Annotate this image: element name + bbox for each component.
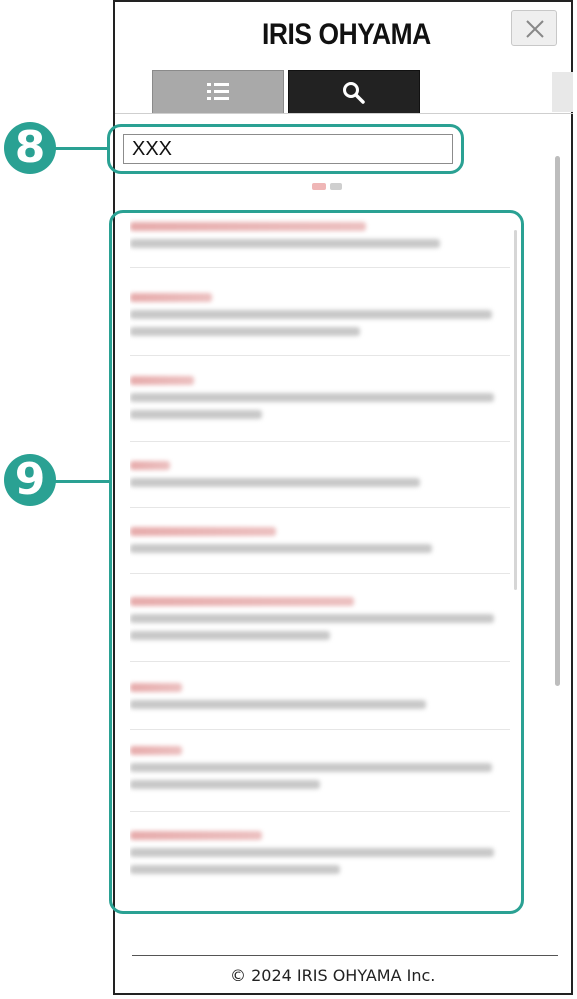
result-divider bbox=[130, 661, 510, 662]
callout-badge-9: 9 bbox=[4, 454, 56, 506]
result-title[interactable] bbox=[130, 293, 212, 302]
result-title[interactable] bbox=[130, 683, 182, 692]
result-count-text bbox=[312, 183, 342, 190]
callout-badge-8: 8 bbox=[4, 122, 56, 174]
result-snippet bbox=[130, 393, 494, 402]
result-title[interactable] bbox=[130, 376, 194, 385]
copyright-text: © 2024 IRIS OHYAMA Inc. bbox=[230, 966, 436, 985]
result-divider bbox=[130, 811, 510, 812]
list-icon bbox=[207, 83, 229, 100]
result-divider bbox=[130, 729, 510, 730]
tab-search[interactable] bbox=[288, 70, 420, 114]
result-snippet bbox=[130, 700, 426, 709]
brand-logo: IRIS OHYAMA bbox=[262, 18, 431, 51]
result-title[interactable] bbox=[130, 527, 276, 536]
result-snippet bbox=[130, 410, 262, 419]
list-item[interactable] bbox=[130, 293, 510, 336]
result-title[interactable] bbox=[130, 597, 354, 606]
result-divider bbox=[130, 267, 510, 268]
footer-divider bbox=[132, 955, 558, 956]
list-item[interactable] bbox=[130, 831, 510, 874]
result-title[interactable] bbox=[130, 461, 170, 470]
tab-divider bbox=[115, 113, 573, 114]
callout-search-field bbox=[107, 124, 464, 174]
result-title[interactable] bbox=[130, 222, 366, 231]
callout-leader-9 bbox=[50, 480, 110, 483]
search-results-list bbox=[130, 215, 510, 905]
result-title[interactable] bbox=[130, 831, 262, 840]
tab-bar-filler bbox=[552, 72, 573, 112]
result-title[interactable] bbox=[130, 746, 182, 755]
result-snippet bbox=[130, 631, 330, 640]
result-snippet bbox=[130, 865, 340, 874]
search-icon bbox=[343, 82, 365, 104]
list-item[interactable] bbox=[130, 527, 510, 553]
result-divider bbox=[130, 441, 510, 442]
list-item[interactable] bbox=[130, 376, 510, 419]
list-item[interactable] bbox=[130, 222, 510, 248]
result-divider bbox=[130, 573, 510, 574]
list-item[interactable] bbox=[130, 597, 510, 640]
result-snippet bbox=[130, 614, 494, 623]
panel-scrollbar[interactable] bbox=[555, 156, 560, 686]
close-button[interactable] bbox=[511, 10, 557, 46]
list-item[interactable] bbox=[130, 461, 510, 487]
result-divider bbox=[130, 507, 510, 508]
result-snippet bbox=[130, 327, 360, 336]
tab-list[interactable] bbox=[152, 70, 284, 114]
list-item[interactable] bbox=[130, 746, 510, 789]
result-snippet bbox=[130, 544, 432, 553]
results-scrollbar[interactable] bbox=[514, 230, 517, 590]
close-icon bbox=[526, 20, 544, 38]
result-snippet bbox=[130, 310, 492, 319]
result-snippet bbox=[130, 239, 440, 248]
result-snippet bbox=[130, 478, 420, 487]
list-item[interactable] bbox=[130, 683, 510, 709]
result-snippet bbox=[130, 848, 494, 857]
result-divider bbox=[130, 355, 510, 356]
result-snippet bbox=[130, 763, 492, 772]
result-snippet bbox=[130, 780, 320, 789]
callout-leader-8 bbox=[50, 147, 108, 150]
